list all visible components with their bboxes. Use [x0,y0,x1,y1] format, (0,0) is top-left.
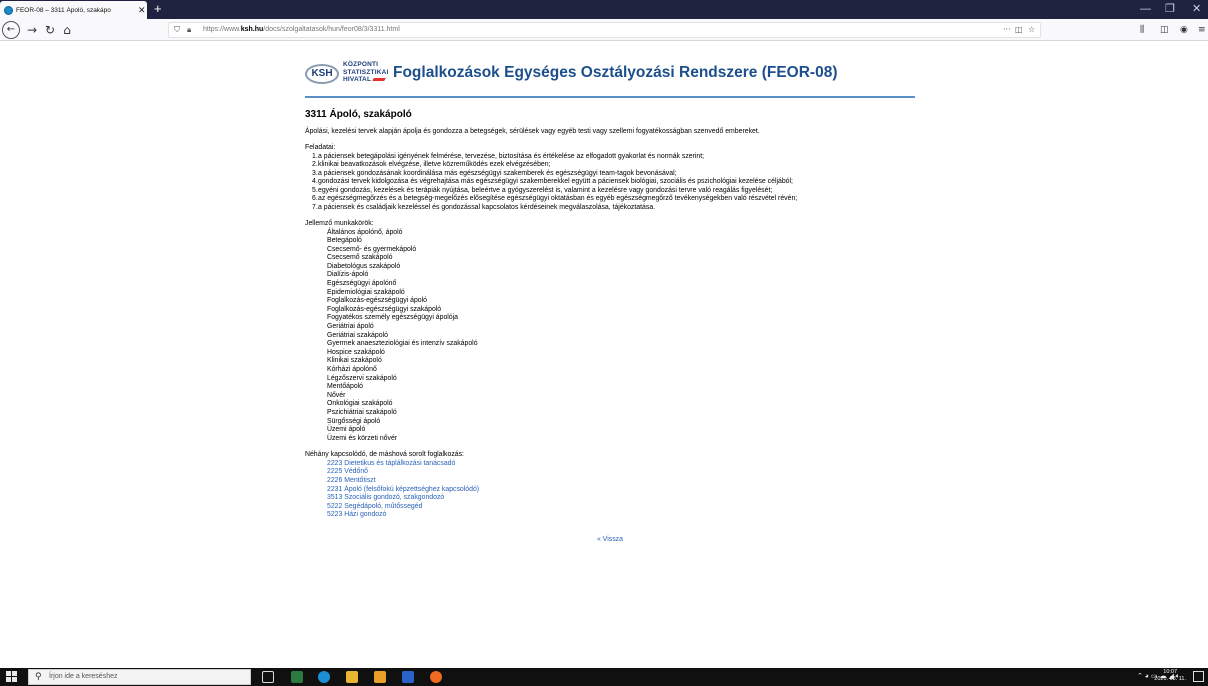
browser-nav-bar: ← → ↻ ⌂ ⛉ 🔒︎ https://www.ksh.hu/docs/szo… [0,19,1208,41]
page-actions-icon[interactable]: ··· [1003,23,1011,37]
back-link[interactable]: « Vissza [305,536,915,543]
forward-arrow-icon[interactable]: → [26,21,38,39]
notifications-icon[interactable] [1193,671,1204,682]
home-icon[interactable]: ⌂ [61,21,73,39]
related-occupation-link[interactable]: 2223 Dietetikus és táplálkozási tanácsad… [327,460,915,469]
shield-icon[interactable]: ⛉ [174,23,180,37]
reload-icon[interactable]: ↻ [44,21,56,39]
job-item: Egészségügyi ápolónő [327,280,397,288]
related-occupation-link[interactable]: 2226 Mentőtiszt [327,477,915,486]
job-item: Geriátriai ápoló [327,323,374,331]
task-text: egyéni gondozás, kezelések és terápiák n… [318,186,773,194]
task-text: klinikai beavatkozások elvégzése, illetv… [318,161,551,168]
ksh-logo-text: KÖZPONTI STATISZTIKAI HIVATAL [343,61,389,83]
job-item: Geriátriai szakápoló [327,331,388,339]
browser-tab-bar: FEOR-08 – 3311 Ápoló, szakápo ✕ + — ❐ ✕ [0,0,1208,19]
job-item: Betegápoló [327,237,362,245]
app-icon-green[interactable] [291,671,303,683]
search-icon: ⚲ [35,672,42,682]
taskbar: ⚲ Írjon ide a kereséshez ⌃ ◕ ▭ ☁ ◢ 🔈︎ 10… [0,668,1208,686]
task-text: a páciensek gondozásának koordinálása má… [318,169,677,177]
task-text: gondozási tervek kidolgozása és végrehaj… [318,178,793,185]
task-item: 1. a páciensek betegápolási igényének fel… [312,153,915,162]
job-item: Foglalkozás-egészségügyi ápoló [327,297,427,305]
site-title: Foglalkozások Egységes Osztályozási Rend… [393,64,838,81]
jobs-list: Általános ápolónő, ápoló Betegápoló Csecse… [327,229,915,444]
word-icon[interactable] [402,671,414,683]
job-item: Epidemiológiai szakápoló [327,288,405,296]
task-item: 3. a páciensek gondozásának koordinálása … [312,170,915,179]
related-list: 2223 Dietetikus és táplálkozási tanácsad… [327,460,915,520]
job-item: Hospice szakápoló [327,348,385,356]
browser-tab[interactable]: FEOR-08 – 3311 Ápoló, szakápo ✕ [0,1,147,19]
related-occupation-link[interactable]: 2231 Ápoló (felsőfokú képzettséghez kapc… [327,486,915,495]
task-text: az egészségmegőrzés és a betegség-megelő… [318,195,798,202]
app-icon-orange[interactable] [374,671,386,683]
ksh-logo[interactable]: KSH [305,64,339,84]
maximize-icon[interactable]: ❐ [1165,2,1175,16]
windows-start-icon[interactable] [6,671,18,683]
pocket-icon[interactable]: ◫ [1015,23,1023,37]
intro-paragraph: Ápolási, kezelési tervek alapján ápolja … [305,128,760,135]
close-window-icon[interactable]: ✕ [1192,2,1201,16]
search-placeholder: Írjon ide a kereséshez [49,673,118,680]
globe-favicon-icon [4,5,13,15]
sidebar-icon[interactable]: ◫ [1160,23,1169,37]
job-item: Fogyatékos személy egészségügyi ápolója [327,314,458,322]
edge-icon[interactable] [318,671,330,683]
jobs-label: Jellemző munkakörök: [305,220,374,227]
task-text: a páciensek betegápolási igényének felmé… [318,152,705,160]
task-view-icon[interactable] [262,671,274,683]
related-occupation-link[interactable]: 3513 Szociális gondozó, szakgondozó [327,494,915,503]
bookmark-star-icon[interactable]: ☆ [1028,23,1035,37]
job-item: Sürgősségi ápoló [327,417,381,425]
task-item: 2. klinikai beavatkozások elvégzése, ille… [312,161,915,170]
clock[interactable]: 10:07 2020. 08. 11. [1154,669,1186,683]
job-item: Nővér [327,391,346,399]
task-item: 7. a páciensek és családjaik kezeléssel é… [312,204,915,213]
page-content: KSH KÖZPONTI STATISZTIKAI HIVATAL Foglal… [305,58,915,543]
site-header: KSH KÖZPONTI STATISZTIKAI HIVATAL Foglal… [305,58,915,98]
job-item: Általános ápolónő, ápoló [327,228,403,236]
task-item: 4. gondozási tervek kidolgozása és végreh… [312,178,915,187]
account-icon[interactable]: ◉ [1180,23,1188,37]
minimize-icon[interactable]: — [1140,2,1151,16]
tab-title: FEOR-08 – 3311 Ápoló, szakápo [16,6,111,14]
job-item: Mentőápoló [327,383,364,391]
job-item: Klinikai szakápoló [327,357,382,365]
url-text[interactable]: https://www.ksh.hu/docs/szolgaltatasok/h… [203,23,400,37]
job-item: Diabetológus szakápoló [327,262,401,270]
related-occupation-link[interactable]: 5223 Házi gondozó [327,511,915,520]
file-explorer-icon[interactable] [346,671,358,683]
taskbar-search[interactable]: ⚲ Írjon ide a kereséshez [28,669,251,685]
job-item: Légzőszervi szakápoló [327,374,397,382]
job-item: Onkológiai szakápoló [327,400,393,408]
back-arrow-icon[interactable]: ← [2,21,20,39]
related-occupation-link[interactable]: 2225 Védőnő [327,468,915,477]
related-occupation-link[interactable]: 5222 Segédápoló, műtőssegéd [327,503,915,512]
tasks-list: 1. a páciensek betegápolási igényének fel… [312,153,915,213]
job-item: Pszichiátriai szakápoló [327,408,397,416]
job-item: Gyermek anaeszteziológiai és intenzív sz… [327,340,478,348]
task-text: a páciensek és családjaik kezeléssel és … [318,203,656,211]
job-item: Csecsemő- és gyermekápoló [327,245,417,253]
related-label: Néhány kapcsolódó, de máshová sorolt fog… [305,451,464,459]
firefox-icon[interactable] [430,671,442,683]
url-bar[interactable]: ⛉ 🔒︎ https://www.ksh.hu/docs/szolgaltata… [168,22,1041,38]
tasks-label: Feladatai: [305,144,336,151]
lock-icon[interactable]: 🔒︎ [187,23,191,37]
job-item: Dialízis-ápoló [327,271,369,279]
job-item: Foglalkozás-egészségügyi szakápoló [327,305,442,313]
job-item: Csecsemő szakápoló [327,254,393,262]
page-title: 3311 Ápoló, szakápoló [305,109,412,120]
task-item: 5. egyéni gondozás, kezelések és terápiák… [312,187,915,196]
job-item: Üzemi ápoló [327,426,366,434]
job-item: Kórházi ápolónő [327,366,377,373]
job-item: Üzemi és körzeti nővér [327,434,398,442]
library-icon[interactable]: ⫼ [1140,23,1144,37]
task-item: 6. az egészségmegőrzés és a betegség-mege… [312,195,915,204]
tab-close-icon[interactable]: ✕ [138,5,146,15]
menu-icon[interactable]: ≡ [1198,23,1206,37]
new-tab-icon[interactable]: + [154,1,162,17]
